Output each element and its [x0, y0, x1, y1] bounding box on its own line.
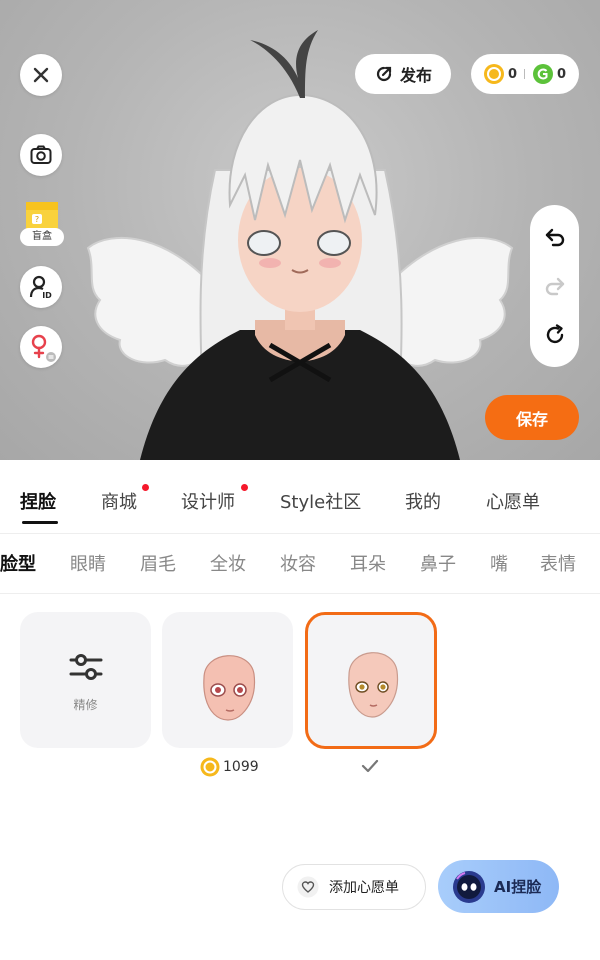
coin-divider [524, 69, 526, 79]
camera-button[interactable] [20, 134, 62, 176]
camera-icon [30, 145, 52, 164]
history-controls [530, 205, 579, 367]
ai-face-label: AI捏脸 [494, 878, 542, 896]
undo-icon[interactable] [543, 225, 567, 249]
save-button[interactable]: 保存 [485, 395, 579, 440]
reset-icon[interactable] [543, 323, 567, 347]
face-shape-thumbnail [348, 652, 399, 718]
notification-dot [142, 484, 149, 491]
price-value: 1099 [223, 759, 259, 775]
face-shape-thumbnail [203, 655, 256, 721]
refine-label: 精修 [73, 698, 98, 712]
category-eyebrows[interactable]: 眉毛 [140, 550, 176, 576]
tab-mall-label: 商城 [101, 492, 137, 513]
blindbox-label: 盲盒 [20, 228, 64, 246]
category-face-shape[interactable]: 脸型 [0, 550, 36, 576]
female-swap-icon [31, 334, 56, 362]
heart-icon [297, 876, 319, 898]
publish-icon [376, 66, 392, 82]
user-id-button[interactable]: ID [20, 266, 62, 308]
user-id-icon: ID [29, 275, 52, 300]
gold-coin-count: 0 [508, 66, 518, 82]
category-eyes[interactable]: 眼睛 [70, 550, 106, 576]
svg-text:ID: ID [42, 291, 52, 300]
ai-robot-icon [453, 870, 485, 903]
sliders-icon [69, 654, 103, 680]
tab-face[interactable]: 捏脸 [20, 488, 58, 524]
tab-style-community[interactable]: Style社区 [280, 488, 361, 514]
notification-dot [241, 484, 248, 491]
price-tag: 1099 [200, 757, 259, 777]
redo-icon[interactable] [543, 274, 567, 298]
tab-mine-label: 我的 [405, 492, 441, 513]
add-to-wishlist-button[interactable]: 添加心愿单 [282, 864, 426, 910]
close-button[interactable] [20, 54, 62, 96]
ai-face-button[interactable]: AI捏脸 [438, 860, 559, 913]
svg-text:?: ? [35, 215, 39, 224]
tab-face-label: 捏脸 [20, 492, 56, 513]
tab-mine[interactable]: 我的 [405, 488, 441, 514]
publish-label: 发布 [399, 66, 432, 85]
gold-coin-icon [484, 64, 504, 84]
wishlist-label: 添加心愿单 [329, 880, 399, 896]
check-icon [361, 759, 379, 773]
refine-card[interactable]: 精修 [20, 612, 151, 748]
green-coin-count: 0 [557, 66, 567, 82]
category-mouth[interactable]: 嘴 [490, 550, 508, 576]
tab-wishlist[interactable]: 心愿单 [486, 488, 540, 514]
close-icon [33, 67, 49, 83]
blindbox-button[interactable]: ? 盲盒 [20, 196, 64, 248]
publish-button[interactable]: 发布 [355, 54, 451, 94]
category-nose[interactable]: 鼻子 [420, 550, 456, 576]
avatar-viewport[interactable]: 发布 0 0 ? 盲盒 ID 保存 [0, 0, 600, 460]
active-tab-indicator [22, 521, 58, 524]
category-tab-bar: 脸型 眼睛 眉毛 全妆 妆容 耳朵 鼻子 嘴 表情 [0, 534, 600, 594]
category-makeup[interactable]: 妆容 [280, 550, 316, 576]
category-expression[interactable]: 表情 [540, 550, 576, 576]
gold-coin-icon [200, 757, 220, 777]
main-tab-bar: 捏脸 商城 设计师 Style社区 我的 心愿单 [0, 460, 600, 534]
face-shape-option-2-selected[interactable] [305, 612, 437, 749]
tab-style-community-label: Style社区 [280, 492, 362, 513]
currency-balance[interactable]: 0 0 [471, 54, 579, 94]
tab-designer[interactable]: 设计师 [181, 484, 248, 514]
gender-switch-button[interactable] [20, 326, 62, 368]
tab-wishlist-label: 心愿单 [486, 492, 540, 513]
category-full-makeup[interactable]: 全妆 [210, 550, 246, 576]
green-coin-icon [533, 64, 554, 84]
face-shape-option-1[interactable] [162, 612, 293, 748]
category-ears[interactable]: 耳朵 [350, 550, 386, 576]
tab-mall[interactable]: 商城 [101, 484, 149, 514]
tab-designer-label: 设计师 [181, 492, 235, 513]
